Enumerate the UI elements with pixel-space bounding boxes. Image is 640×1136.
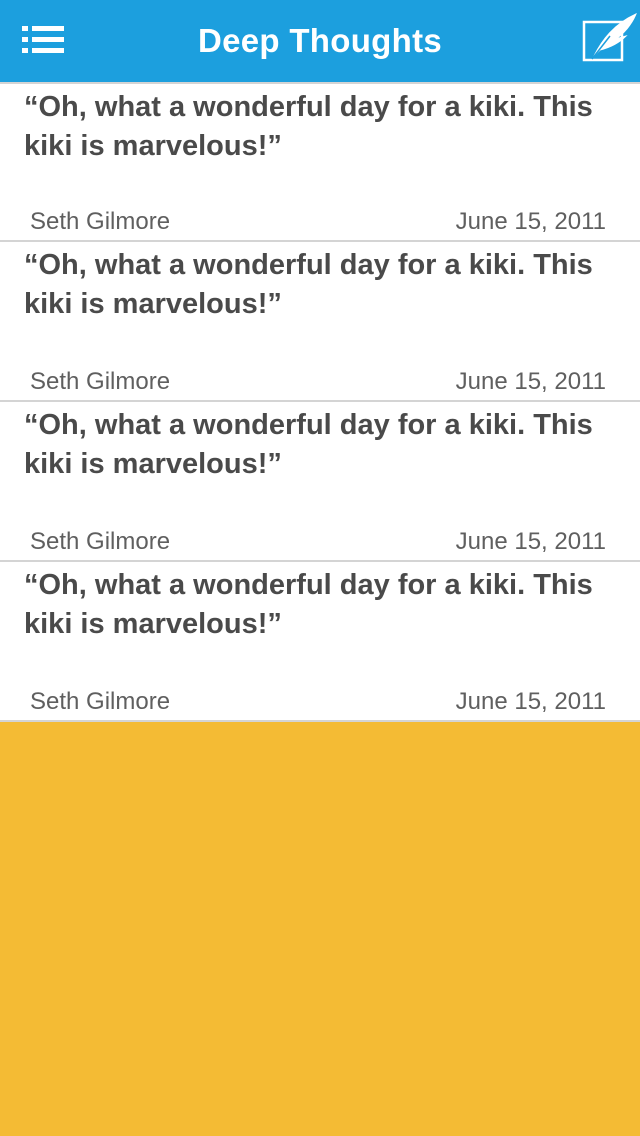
quill-compose-icon <box>582 13 637 62</box>
quote-list: “Oh, what a wonderful day for a kiki. Th… <box>0 82 640 722</box>
quote-date: June 15, 2011 <box>455 208 606 235</box>
quote-card[interactable]: “Oh, what a wonderful day for a kiki. Th… <box>0 242 640 402</box>
quote-text: “Oh, what a wonderful day for a kiki. Th… <box>24 569 593 640</box>
quote-text: “Oh, what a wonderful day for a kiki. Th… <box>24 249 593 320</box>
quote-author: Seth Gilmore <box>30 688 171 715</box>
quote-date: June 15, 2011 <box>455 368 606 395</box>
quote-author: Seth Gilmore <box>30 208 171 235</box>
quote-date: June 15, 2011 <box>455 688 606 715</box>
quote-card[interactable]: “Oh, what a wonderful day for a kiki. Th… <box>0 562 640 722</box>
bottom-panel <box>0 724 640 1136</box>
quote-author: Seth Gilmore <box>30 528 171 555</box>
quote-text: “Oh, what a wonderful day for a kiki. Th… <box>24 409 593 480</box>
quote-card[interactable]: “Oh, what a wonderful day for a kiki. Th… <box>0 402 640 562</box>
compose-button[interactable] <box>580 10 640 70</box>
quote-date: June 15, 2011 <box>455 528 606 555</box>
quote-text: “Oh, what a wonderful day for a kiki. Th… <box>24 91 593 162</box>
quote-author: Seth Gilmore <box>30 368 171 395</box>
page-title: Deep Thoughts <box>197 22 443 59</box>
nav-bar: Deep Thoughts <box>0 0 640 82</box>
quote-card[interactable]: “Oh, what a wonderful day for a kiki. Th… <box>0 82 640 242</box>
